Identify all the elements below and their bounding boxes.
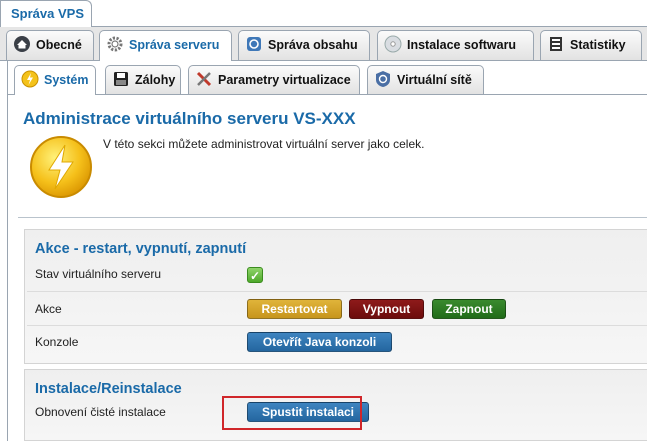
tab-label: Statistiky [570, 38, 626, 52]
tab-zalohy[interactable]: Zálohy [105, 65, 181, 94]
content-icon [247, 37, 261, 51]
gear-icon [107, 36, 123, 52]
check-icon: ✓ [247, 267, 263, 283]
stats-icon [550, 37, 562, 51]
actions-label: Akce [35, 302, 62, 316]
tab-label: Systém [44, 73, 89, 87]
cd-icon [384, 35, 402, 53]
content-panel: Administrace virtuálního serveru VS-XXX … [7, 95, 647, 441]
tab-instalace-softwaru[interactable]: Instalace softwaru [377, 30, 534, 60]
restart-button[interactable]: Restartovat [247, 299, 342, 319]
section-title: Instalace/Reinstalace [35, 381, 182, 397]
highlight-frame [222, 396, 362, 430]
tab-label: Zálohy [135, 73, 176, 87]
network-icon [376, 71, 390, 87]
home-icon [14, 36, 30, 52]
tab-statistiky[interactable]: Statistiky [540, 30, 642, 60]
bolt-icon [21, 70, 39, 88]
floppy-icon [114, 72, 128, 86]
tab-virtualni-site[interactable]: Virtuální sítě [367, 65, 484, 94]
status-label: Stav virtuálního serveru [35, 267, 162, 281]
main-tab-bar: Obecné Správa serveru Správa obsahu Inst… [0, 27, 647, 62]
start-button[interactable]: Zapnout [432, 299, 506, 319]
tab-label: Správa serveru [129, 38, 220, 52]
shutdown-button[interactable]: Vypnout [349, 299, 424, 319]
row-divider [27, 291, 647, 292]
row-divider [27, 325, 647, 326]
open-console-button[interactable]: Otevřít Java konzoli [247, 332, 392, 352]
tab-label: Virtuální sítě [397, 73, 472, 87]
tab-sprava-vps[interactable]: Správa VPS [0, 0, 92, 28]
tab-obecne[interactable]: Obecné [6, 30, 94, 60]
intro-text: V této sekci můžete administrovat virtuá… [103, 137, 425, 151]
tab-system[interactable]: Systém [14, 65, 96, 96]
reinstall-label: Obnovení čisté instalace [35, 405, 166, 419]
actions-section: Akce - restart, vypnutí, zapnutí Stav vi… [24, 229, 647, 364]
tab-parametry-virtualizace[interactable]: Parametry virtualizace [188, 65, 360, 94]
page-title: Administrace virtuálního serveru VS-XXX [23, 109, 356, 128]
section-title: Akce - restart, vypnutí, zapnutí [35, 241, 247, 257]
tab-label: Parametry virtualizace [218, 73, 351, 87]
tab-label: Instalace softwaru [407, 38, 517, 52]
tab-label: Obecné [36, 38, 82, 52]
bolt-logo-icon [30, 136, 92, 198]
sub-tab-bar: Systém Zálohy Parametry virtualizace Vir… [7, 61, 647, 96]
app-tab-bar: Správa VPS [0, 0, 647, 28]
tab-label: Správa obsahu [268, 38, 358, 52]
tools-icon [196, 71, 212, 87]
tab-sprava-obsahu[interactable]: Správa obsahu [238, 30, 370, 60]
tab-sprava-serveru[interactable]: Správa serveru [99, 30, 232, 62]
divider [18, 217, 647, 218]
console-label: Konzole [35, 335, 79, 349]
